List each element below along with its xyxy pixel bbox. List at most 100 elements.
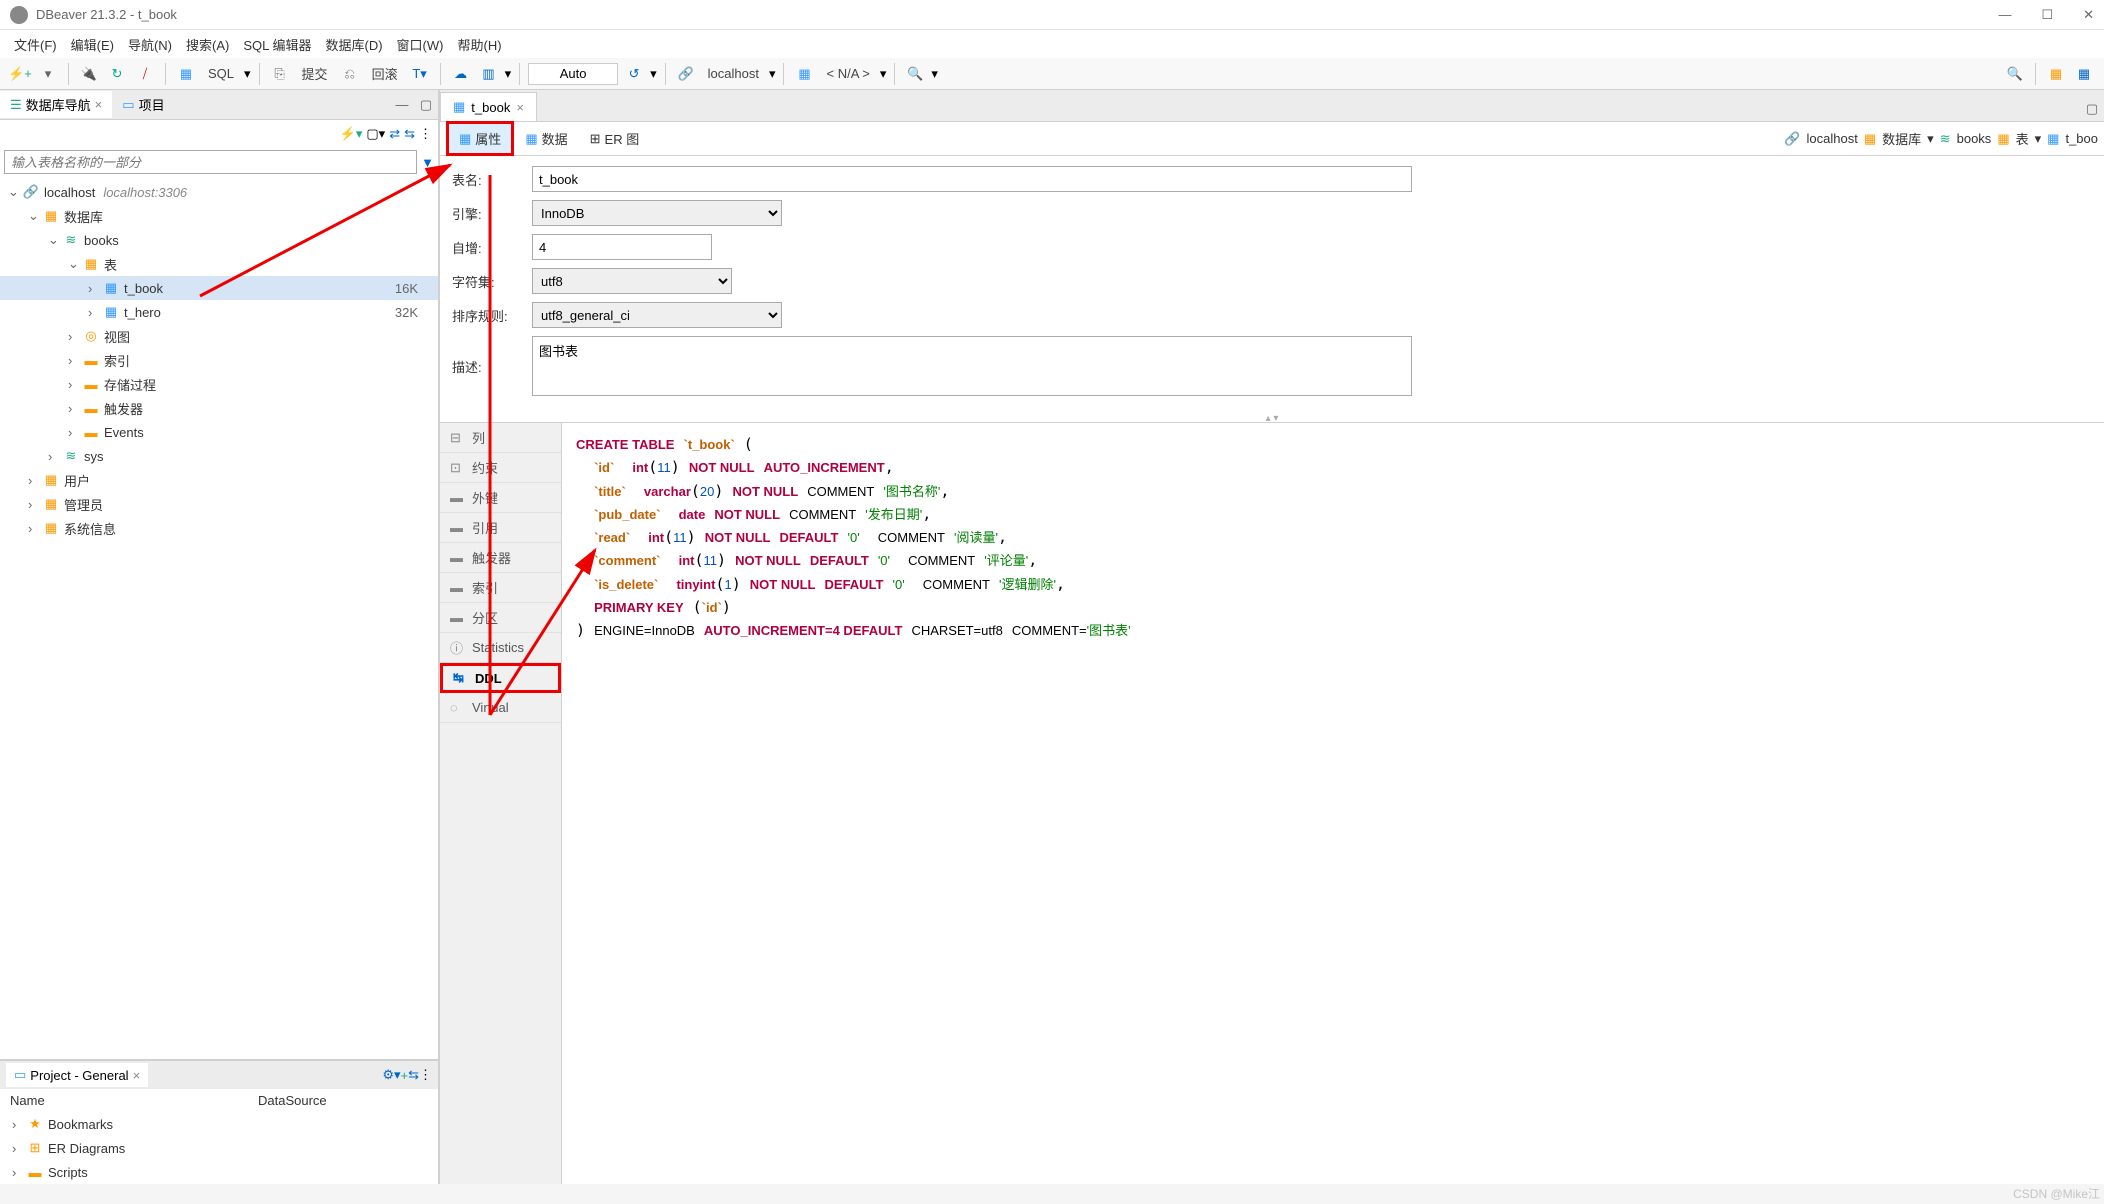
sidetab-columns[interactable]: ⊟列 (440, 423, 561, 453)
menu-icon[interactable]: ⋮ (419, 1067, 432, 1083)
tab-projects[interactable]: ▭ 项目 (112, 91, 174, 118)
link2-icon[interactable]: ⇆ (408, 1067, 419, 1083)
filter-icon[interactable]: ▼ (421, 155, 434, 170)
menu-search[interactable]: 搜索(A) (182, 33, 233, 56)
partition-icon: ▬ (450, 610, 466, 625)
er-icon: ⊞ (590, 131, 601, 147)
refresh-icon[interactable]: ↻ (105, 62, 129, 86)
tree-admin[interactable]: ›▦管理员 (0, 492, 438, 516)
tree-databases[interactable]: ⌄▦数据库 (0, 204, 438, 228)
input-tablename[interactable] (532, 166, 1412, 192)
tree-host[interactable]: ⌄🔗localhostlocalhost:3306 (0, 180, 438, 204)
gear-icon[interactable]: ⚙▾ (382, 1067, 400, 1083)
menu-help[interactable]: 帮助(H) (453, 33, 505, 56)
sidetab-ddl[interactable]: ↹DDL (440, 663, 561, 693)
code-icon: ↹ (453, 670, 469, 686)
maximize-panel-icon[interactable]: ▢ (414, 93, 438, 117)
subtab-properties[interactable]: ▦ 属性 (446, 121, 514, 156)
close-icon[interactable]: × (516, 100, 524, 115)
select-charset[interactable]: utf8 (532, 268, 732, 294)
tree-sys[interactable]: ›≋sys (0, 444, 438, 468)
proj-scripts[interactable]: ›▬Scripts (4, 1160, 434, 1184)
tree-tables[interactable]: ⌄▦表 (0, 252, 438, 276)
splitter[interactable]: ▴ ▾ (440, 414, 2104, 422)
add-icon[interactable]: + (401, 1068, 409, 1083)
perspective2-icon[interactable]: ▦ (2072, 62, 2096, 86)
commit-icon[interactable]: ⎘ (268, 62, 292, 86)
menu-edit[interactable]: 编辑(E) (67, 33, 118, 56)
connect-icon[interactable]: ⚡▾ (340, 126, 363, 142)
sidetab-virtual[interactable]: ◌Virtual (440, 693, 561, 723)
schema-icon[interactable]: ▥ (477, 62, 501, 86)
plug-icon[interactable]: 🔌 (77, 62, 101, 86)
close-button[interactable]: ✕ (2083, 7, 2094, 23)
close-icon[interactable]: × (95, 97, 103, 112)
subtab-er[interactable]: ⊞ ER 图 (579, 123, 651, 154)
rollback-button[interactable]: 回滚 (366, 62, 404, 85)
schema-select[interactable]: < N/A > (820, 64, 875, 83)
collapse-icon[interactable]: ⇄ (389, 126, 400, 142)
disconnect-icon[interactable]: ⧸ (133, 62, 157, 86)
tab-db-navigator[interactable]: ☰ 数据库导航 × (0, 91, 112, 118)
new-connection-icon[interactable]: ⚡+ (8, 62, 32, 86)
sidetab-indexes[interactable]: ▬索引 (440, 573, 561, 603)
sidetab-fk[interactable]: ▬外键 (440, 483, 561, 513)
tab-project-general[interactable]: ▭ Project - General × (6, 1063, 148, 1087)
search-icon[interactable]: 🔍 (2003, 62, 2027, 86)
more-icon[interactable]: ⋮ (419, 126, 432, 142)
ddl-editor[interactable]: CREATE TABLE `t_book` ( `id` int(11) NOT… (562, 423, 2104, 1184)
minimize-button[interactable]: — (1998, 7, 2011, 23)
perspective-icon[interactable]: ▦ (2044, 62, 2068, 86)
tree-sysinfo[interactable]: ›▦系统信息 (0, 516, 438, 540)
conn-icon: 🔗 (1784, 131, 1800, 147)
link-icon[interactable]: ⇆ (404, 126, 415, 142)
editor-tab-tbook[interactable]: ▦ t_book × (440, 92, 537, 121)
textarea-description[interactable]: 图书表 (532, 336, 1412, 396)
tree-views[interactable]: ›◎视图 (0, 324, 438, 348)
titlebar: DBeaver 21.3.2 - t_book — ☐ ✕ (0, 0, 2104, 30)
proj-er[interactable]: ›⊞ER Diagrams (4, 1136, 434, 1160)
schema-select-icon[interactable]: ▦ (792, 62, 816, 86)
auto-input[interactable] (528, 63, 618, 85)
new-folder-icon[interactable]: ▢▾ (366, 126, 385, 142)
menu-file[interactable]: 文件(F) (10, 33, 61, 56)
tree-events[interactable]: ›▬Events (0, 420, 438, 444)
close-icon[interactable]: × (133, 1068, 141, 1083)
tree-t-hero[interactable]: ›▦t_hero32K (0, 300, 438, 324)
maximize-button[interactable]: ☐ (2041, 7, 2053, 23)
dropdown-icon[interactable]: ▾ (36, 62, 60, 86)
sidetab-partitions[interactable]: ▬分区 (440, 603, 561, 633)
cloud-icon[interactable]: ☁ (449, 62, 473, 86)
menu-window[interactable]: 窗口(W) (393, 33, 448, 56)
sidetab-refs[interactable]: ▬引用 (440, 513, 561, 543)
history-icon[interactable]: ↺ (622, 62, 646, 86)
subtab-data[interactable]: ▦ 数据 (514, 123, 578, 154)
sidetab-statistics[interactable]: ⓘStatistics (440, 633, 561, 663)
commit-button[interactable]: 提交 (296, 62, 334, 85)
tree-procs[interactable]: ›▬存储过程 (0, 372, 438, 396)
minimize-panel-icon[interactable]: — (390, 93, 414, 117)
menu-nav[interactable]: 导航(N) (124, 33, 176, 56)
tree-books-db[interactable]: ⌄≋books (0, 228, 438, 252)
connection-icon[interactable]: 🔗 (674, 62, 698, 86)
connection-select[interactable]: localhost (702, 64, 765, 83)
select-engine[interactable]: InnoDB (532, 200, 782, 226)
input-autoincrement[interactable] (532, 234, 712, 260)
rollback-icon[interactable]: ⎌ (338, 62, 362, 86)
sidetab-triggers[interactable]: ▬触发器 (440, 543, 561, 573)
sidetab-constraints[interactable]: ⊡约束 (440, 453, 561, 483)
max-editor-icon[interactable]: ▢ (2080, 97, 2104, 121)
tree-triggers[interactable]: ›▬触发器 (0, 396, 438, 420)
search-tool-icon[interactable]: 🔍 (903, 62, 927, 86)
menu-sql[interactable]: SQL 编辑器 (239, 33, 315, 56)
tree-users[interactable]: ›▦用户 (0, 468, 438, 492)
proj-bookmarks[interactable]: ›★Bookmarks (4, 1112, 434, 1136)
menu-database[interactable]: 数据库(D) (322, 33, 387, 56)
filter-input[interactable] (4, 150, 417, 174)
tx-icon[interactable]: T▾ (408, 62, 432, 86)
select-collation[interactable]: utf8_general_ci (532, 302, 782, 328)
sql-button[interactable]: SQL (202, 64, 240, 83)
tree-t-book[interactable]: ›▦t_book16K (0, 276, 438, 300)
tree-indexes[interactable]: ›▬索引 (0, 348, 438, 372)
sql-icon[interactable]: ▦ (174, 62, 198, 86)
